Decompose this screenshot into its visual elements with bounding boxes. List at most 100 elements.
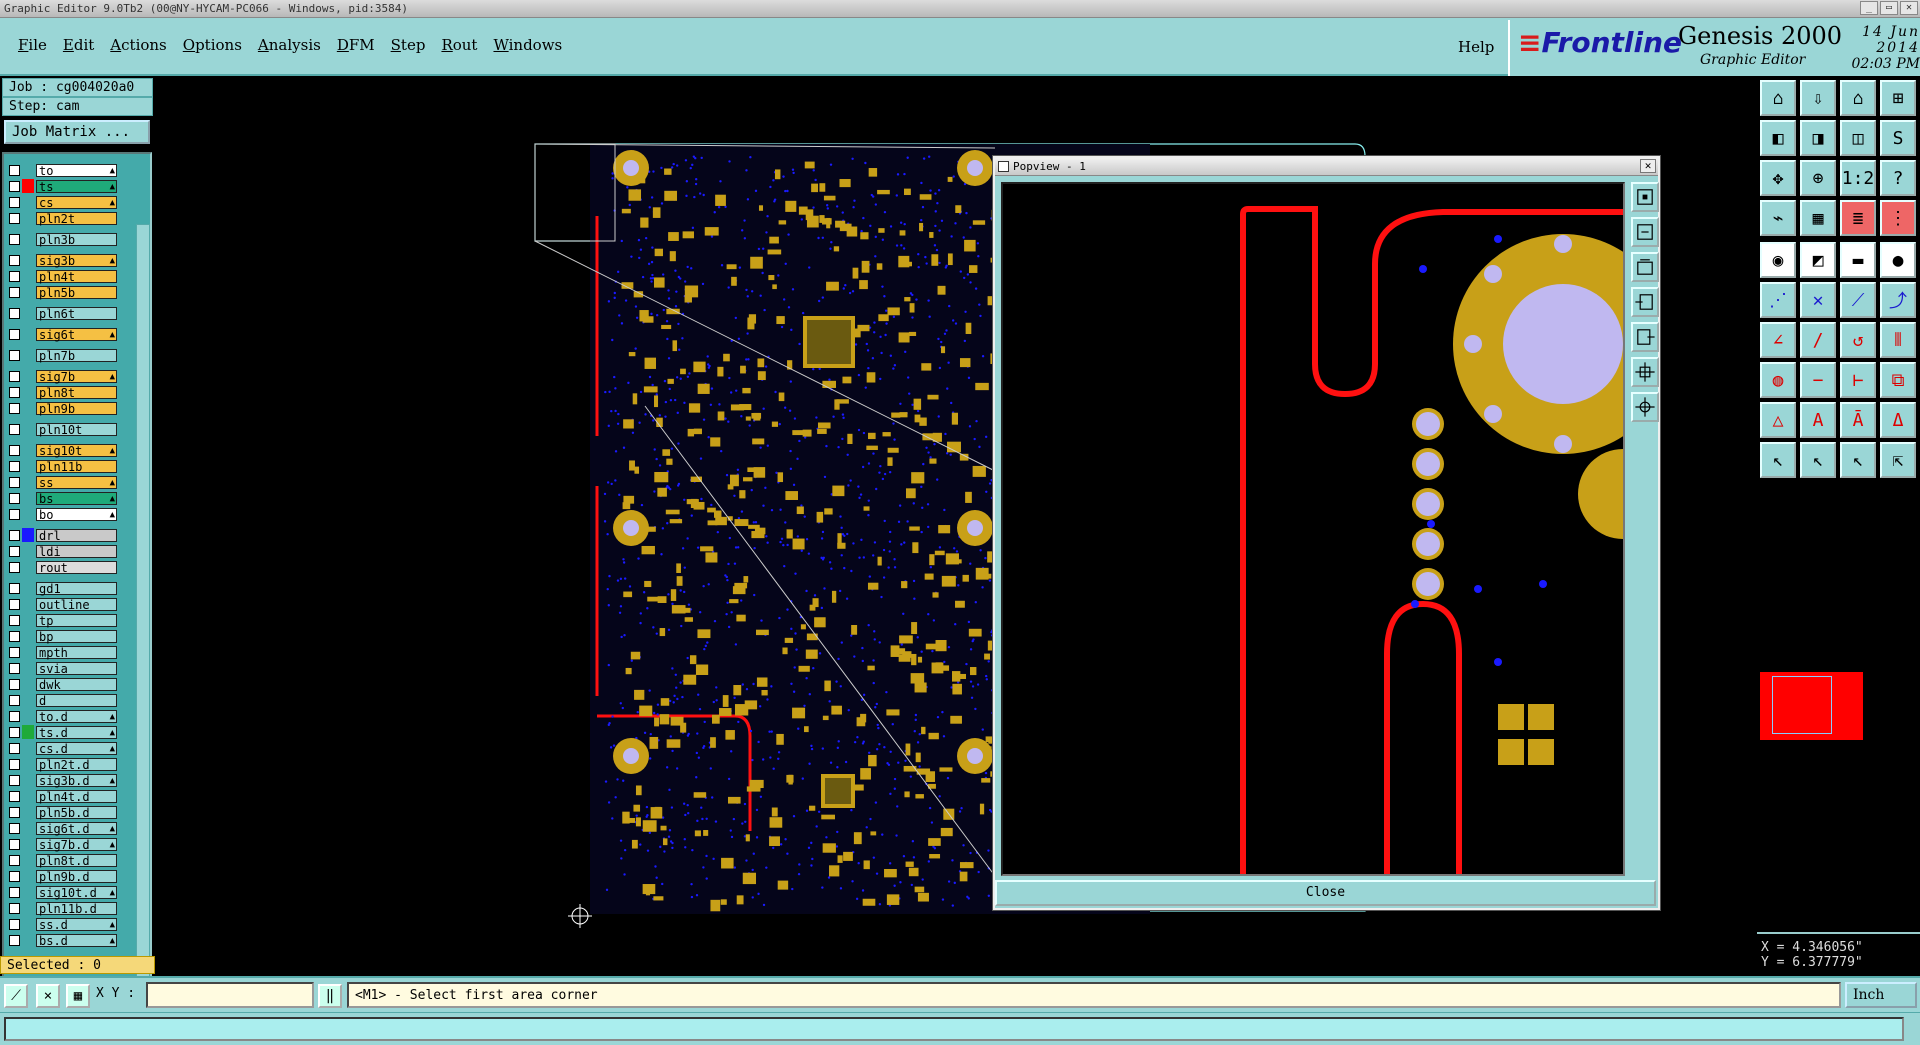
- layer-checkbox[interactable]: [9, 545, 20, 557]
- layer-row[interactable]: sig3b.d ▲: [9, 772, 150, 788]
- layer-checkbox[interactable]: [9, 508, 20, 520]
- layer-row[interactable]: cs ▲: [9, 194, 150, 210]
- layer-name[interactable]: ts ▲: [36, 179, 117, 193]
- line-point-icon[interactable]: ⟋: [1840, 282, 1876, 318]
- triangle-c-icon[interactable]: Ā: [1840, 402, 1876, 438]
- layer-row[interactable]: pln2t: [9, 210, 150, 226]
- layer-row[interactable]: ldi: [9, 543, 150, 559]
- layer-name[interactable]: sig6t ▲: [36, 327, 117, 341]
- grid-icon[interactable]: ▦: [1800, 200, 1836, 236]
- pointer-icon[interactable]: ↖: [1760, 442, 1796, 478]
- layer-row[interactable]: drl: [9, 527, 150, 543]
- layer-name[interactable]: drl: [36, 528, 117, 542]
- layer-row[interactable]: pln8t: [9, 384, 150, 400]
- layer-checkbox[interactable]: [9, 476, 20, 488]
- layer-checkbox[interactable]: [9, 370, 20, 382]
- layer-checkbox[interactable]: [9, 902, 20, 914]
- layer-name[interactable]: sig3b.d ▲: [36, 773, 117, 787]
- menu-analysis[interactable]: Analysis: [250, 36, 329, 54]
- close-window-button[interactable]: ✕: [1900, 1, 1918, 15]
- rect-select-icon[interactable]: ◩: [1800, 242, 1836, 278]
- popview-canvas[interactable]: [1001, 182, 1625, 876]
- layer-name[interactable]: sig10t.d ▲: [36, 885, 117, 899]
- menu-rout[interactable]: Rout: [433, 36, 485, 54]
- layer-name[interactable]: sig7b.d ▲: [36, 837, 117, 851]
- angle-line-icon[interactable]: ∠: [1760, 322, 1796, 358]
- copy-shape-icon[interactable]: ⧉: [1880, 362, 1916, 398]
- layer-name[interactable]: pln5b: [36, 285, 117, 299]
- layer-row[interactable]: rout: [9, 559, 150, 575]
- layer-checkbox[interactable]: [9, 870, 20, 882]
- popview-pan-left-icon[interactable]: [1631, 287, 1659, 317]
- layer-checkbox[interactable]: [9, 806, 20, 818]
- layer-row[interactable]: pln8t.d: [9, 852, 150, 868]
- layer-row[interactable]: sig7b.d ▲: [9, 836, 150, 852]
- layer-name[interactable]: pln2t.d: [36, 757, 117, 771]
- layer-checkbox[interactable]: [9, 758, 20, 770]
- layer-name[interactable]: pln11b.d: [36, 901, 117, 915]
- layer-checkbox[interactable]: [9, 838, 20, 850]
- layer-checkbox[interactable]: [9, 270, 20, 282]
- popview-fit-icon[interactable]: [1631, 357, 1659, 387]
- bracket-icon[interactable]: ⊢: [1840, 362, 1876, 398]
- layer-checkbox[interactable]: [9, 164, 20, 176]
- layer-checkbox[interactable]: [9, 460, 20, 472]
- layer-checkbox[interactable]: [9, 423, 20, 435]
- s-shape-icon[interactable]: S: [1880, 120, 1916, 156]
- layer-row[interactable]: bo ▲: [9, 506, 150, 522]
- menu-edit[interactable]: Edit: [55, 36, 102, 54]
- layer-checkbox[interactable]: [9, 254, 20, 266]
- layer-row[interactable]: pln10t: [9, 421, 150, 437]
- menu-dfm[interactable]: DFM: [329, 36, 383, 54]
- circle-select-icon[interactable]: ●: [1880, 242, 1916, 278]
- layer-row[interactable]: pln7b: [9, 347, 150, 363]
- fit-icon[interactable]: ◫: [1840, 120, 1876, 156]
- layer-name[interactable]: to ▲: [36, 163, 117, 177]
- pan-left-icon[interactable]: ◧: [1760, 120, 1796, 156]
- layer-checkbox[interactable]: [9, 630, 20, 642]
- layer-checkbox[interactable]: [9, 662, 20, 674]
- layer-list[interactable]: to ▲ ts ▲ cs ▲ pln2t pln3b sig3b ▲ pln4t pln5b pln6t…: [2, 152, 152, 1024]
- layer-checkbox[interactable]: [9, 598, 20, 610]
- layer-row[interactable]: pln3b: [9, 231, 150, 247]
- layer-row[interactable]: bp: [9, 628, 150, 644]
- layer-checkbox[interactable]: [9, 742, 20, 754]
- layer-checkbox[interactable]: [9, 678, 20, 690]
- window-menu-icon[interactable]: [998, 161, 1009, 172]
- layer-row[interactable]: svia: [9, 660, 150, 676]
- layer-row[interactable]: pln5b.d: [9, 804, 150, 820]
- layer-checkbox[interactable]: [9, 286, 20, 298]
- layer-checkbox[interactable]: [9, 529, 20, 541]
- layer-name[interactable]: pln5b.d: [36, 805, 117, 819]
- layer-name[interactable]: pln8t: [36, 385, 117, 399]
- popview-zoom-in-icon[interactable]: [1631, 182, 1659, 212]
- layer-checkbox[interactable]: [9, 886, 20, 898]
- layer-checkbox[interactable]: [9, 934, 20, 946]
- layer-name[interactable]: pln10t: [36, 422, 117, 436]
- layer-checkbox[interactable]: [9, 307, 20, 319]
- layer-checkbox[interactable]: [9, 694, 20, 706]
- layer-row[interactable]: ss ▲: [9, 474, 150, 490]
- layer-row[interactable]: mpth: [9, 644, 150, 660]
- layer-row[interactable]: d: [9, 692, 150, 708]
- layer-checkbox[interactable]: [9, 196, 20, 208]
- menu-options[interactable]: Options: [175, 36, 250, 54]
- layer-mask-icon[interactable]: ⋮: [1880, 200, 1916, 236]
- layer-name[interactable]: cs.d ▲: [36, 741, 117, 755]
- layer-stack-icon[interactable]: ≣: [1840, 200, 1876, 236]
- minimap-viewport[interactable]: [1772, 676, 1832, 734]
- layer-name[interactable]: pln3b: [36, 232, 117, 246]
- layer-name[interactable]: pln8t.d: [36, 853, 117, 867]
- popview-pan-right-icon[interactable]: [1631, 322, 1659, 352]
- layer-name[interactable]: pln7b: [36, 348, 117, 362]
- layer-name[interactable]: sig7b ▲: [36, 369, 117, 383]
- layer-row[interactable]: ts.d ▲: [9, 724, 150, 740]
- layer-name[interactable]: ldi: [36, 544, 117, 558]
- zoom-fit-icon[interactable]: ✥: [1760, 160, 1796, 196]
- layer-row[interactable]: dwk: [9, 676, 150, 692]
- layer-row[interactable]: pln11b.d: [9, 900, 150, 916]
- layer-row[interactable]: pln4t: [9, 268, 150, 284]
- center-icon[interactable]: ⊕: [1800, 160, 1836, 196]
- layer-name[interactable]: ss.d ▲: [36, 917, 117, 931]
- layer-row[interactable]: ss.d ▲: [9, 916, 150, 932]
